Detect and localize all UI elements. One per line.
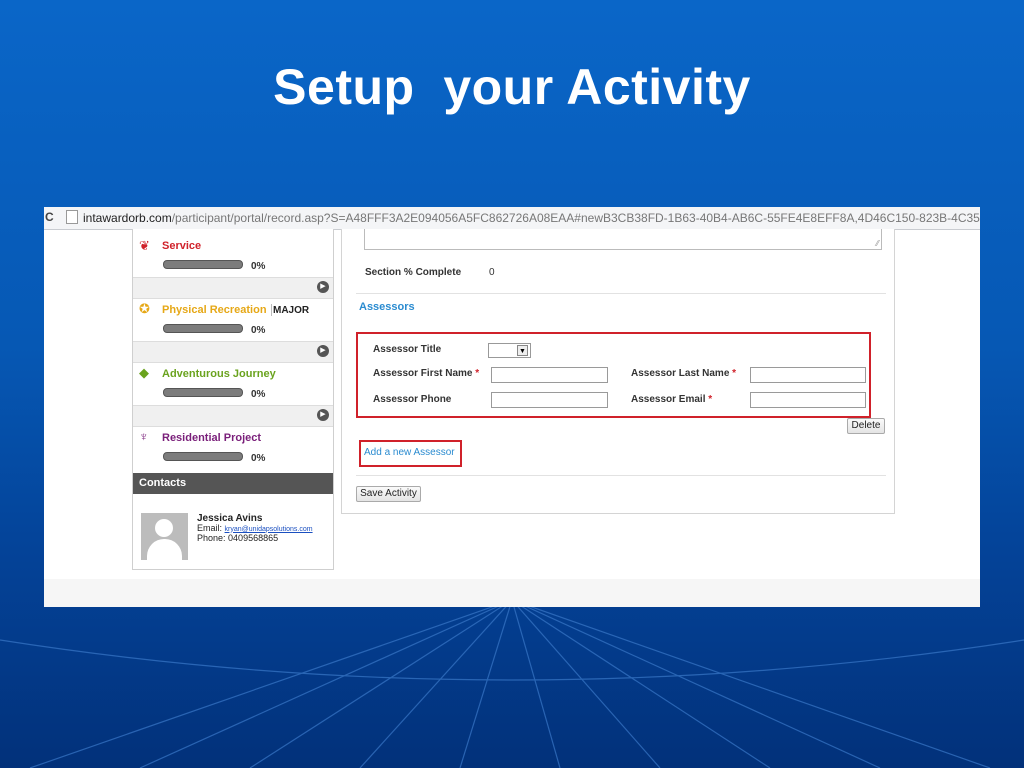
contact-email-label: Email:	[197, 522, 223, 533]
contact-phone-label: Phone:	[197, 533, 226, 543]
resize-grip-icon[interactable]: ⁄⁄	[876, 239, 879, 248]
assessor-title-label: Assessor Title	[373, 344, 442, 355]
play-icon[interactable]: ▶	[317, 409, 329, 421]
slide-title: Setup your Activity	[273, 59, 751, 115]
play-icon[interactable]: ▶	[317, 281, 329, 293]
sidebar-item-label: Adventurous Journey	[162, 368, 276, 380]
reload-icon[interactable]: C	[45, 210, 54, 224]
url-text[interactable]: intawardorb.com/participant/portal/recor…	[83, 211, 980, 225]
delete-button[interactable]: Delete	[847, 418, 885, 434]
assessor-title-select[interactable]: ▼	[488, 343, 531, 358]
heart-hands-icon: ❦	[139, 238, 150, 253]
background-rays	[0, 600, 1024, 768]
chevron-down-icon: ▼	[517, 345, 528, 356]
activity-form: ⁄⁄ Section % Complete 0 Assessors Assess…	[341, 229, 895, 514]
assessor-last-name-label: Assessor Last Name *	[631, 368, 737, 379]
progress-bar	[163, 260, 243, 269]
contacts-heading-label: Contacts	[139, 477, 187, 489]
add-assessor-link[interactable]: Add a new Assessor	[364, 447, 455, 458]
play-icon[interactable]: ▶	[317, 345, 329, 357]
graduate-icon: ♆	[139, 429, 149, 444]
page-bottom-area	[44, 579, 980, 607]
assessor-first-name-label: Assessor First Name *	[373, 368, 480, 379]
address-bar[interactable]: C intawardorb.com/participant/portal/rec…	[44, 207, 980, 230]
divider	[356, 293, 886, 294]
progress-bar	[163, 452, 243, 461]
assessor-phone-label: Assessor Phone	[373, 394, 452, 405]
page-icon	[66, 210, 78, 224]
contact-email-link[interactable]: kryan@unidapsolutions.com	[225, 526, 313, 533]
assessor-email-field[interactable]	[750, 392, 866, 408]
contacts-heading: Contacts	[133, 473, 333, 494]
divider	[356, 475, 886, 476]
contact-phone: 0409568865	[228, 533, 279, 543]
progress-percent: 0%	[251, 453, 266, 464]
browser-screenshot: C intawardorb.com/participant/portal/rec…	[44, 207, 980, 607]
section-separator: ▶	[133, 405, 333, 427]
section-percent-value: 0	[489, 267, 495, 278]
section-separator: ▶	[133, 277, 333, 299]
progress-bar	[163, 388, 243, 397]
ball-icon: ✪	[139, 301, 150, 316]
progress-bar	[163, 324, 243, 333]
sidebar-item-label: Residential Project	[162, 432, 262, 444]
sidebar: ❦ Service 0% ▶ ✪ Physical Recreation MAJ…	[132, 229, 334, 570]
section-separator: ▶	[133, 341, 333, 363]
assessor-email-label: Assessor Email *	[631, 394, 713, 405]
assessor-last-name-field[interactable]	[750, 367, 866, 383]
assessor-first-name-field[interactable]	[491, 367, 608, 383]
avatar	[141, 513, 188, 560]
major-badge: MAJOR	[273, 305, 310, 316]
progress-percent: 0%	[251, 261, 266, 272]
progress-percent: 0%	[251, 389, 266, 400]
sidebar-item-label: Service	[162, 240, 202, 252]
progress-percent: 0%	[251, 325, 266, 336]
section-percent-label: Section % Complete	[365, 267, 462, 278]
url-domain: intawardorb.com	[83, 211, 172, 225]
notes-textarea[interactable]: ⁄⁄	[364, 229, 882, 250]
contact-info: Jessica Avins Email: kryan@unidapsolutio…	[197, 514, 313, 544]
sidebar-item-label: Physical Recreation	[162, 304, 267, 316]
save-activity-button[interactable]: Save Activity	[356, 486, 421, 502]
assessor-phone-field[interactable]	[491, 392, 608, 408]
divider	[271, 304, 272, 316]
assessors-heading: Assessors	[359, 301, 415, 313]
compass-diamond-icon: ◆	[139, 365, 149, 380]
url-path: /participant/portal/record.asp?S=A48FFF3…	[171, 211, 980, 225]
